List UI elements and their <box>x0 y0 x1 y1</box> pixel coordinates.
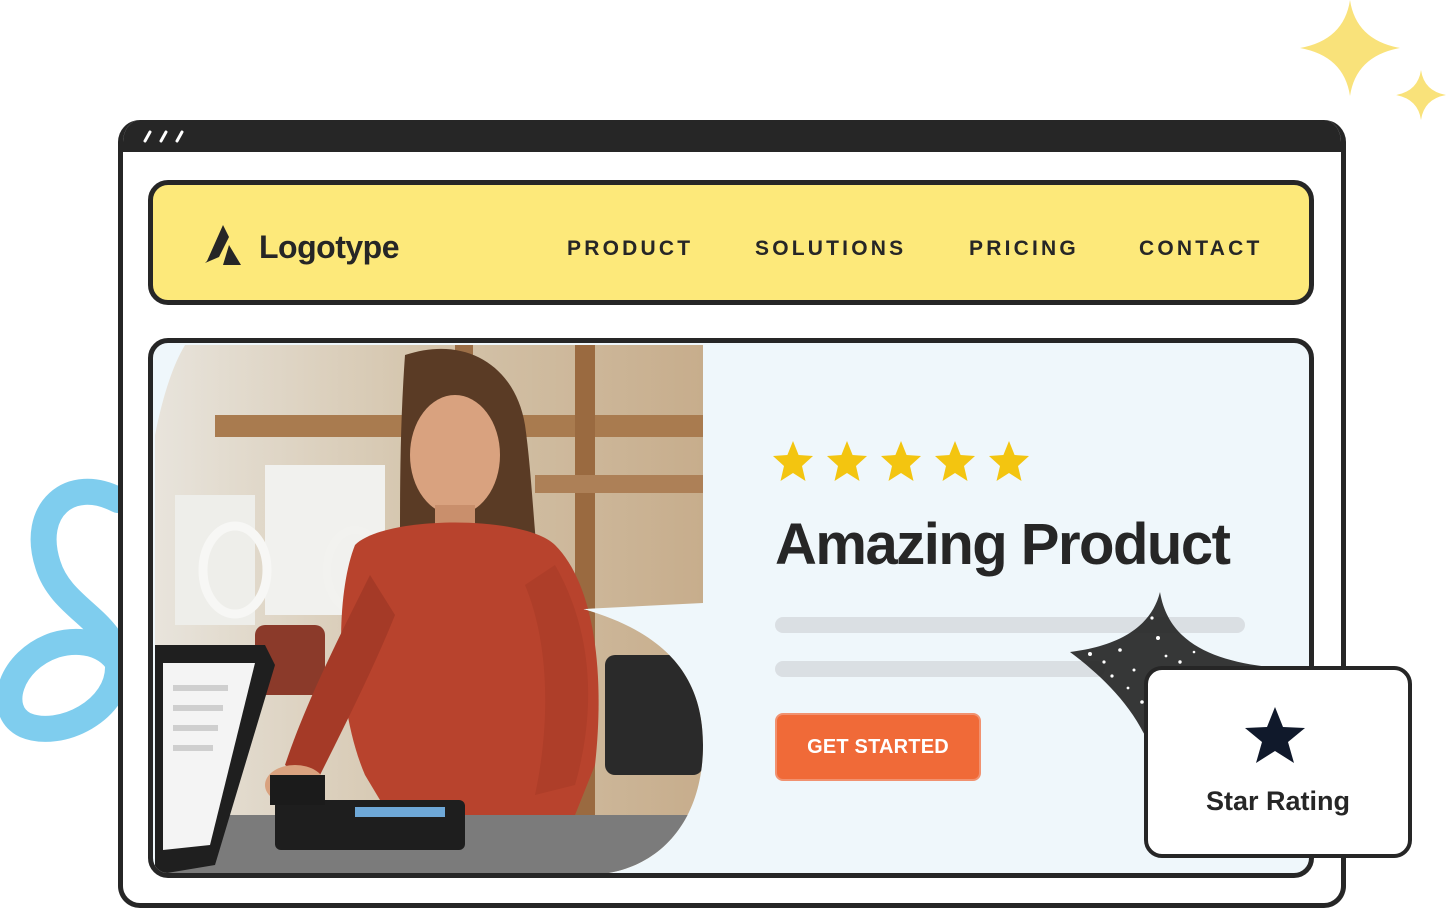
window-dots-icon <box>143 130 184 143</box>
nav-item-solutions[interactable]: SOLUTIONS <box>755 237 906 261</box>
get-started-button[interactable]: GET STARTED <box>775 713 981 781</box>
badge-label: Star Rating <box>1205 786 1351 816</box>
swirl-decoration <box>0 478 130 742</box>
star-icon <box>1245 707 1305 763</box>
nav-item-product[interactable]: PRODUCT <box>567 237 693 261</box>
placeholder-text-line <box>775 661 1105 677</box>
site-nav: Logotype PRODUCT SOLUTIONS PRICING CONTA… <box>148 180 1314 305</box>
sparkle-large-icon <box>1300 0 1400 96</box>
sparkle-small-icon <box>1396 70 1446 120</box>
nav-item-pricing[interactable]: PRICING <box>969 237 1079 261</box>
star-rating-badge: Star Rating <box>1144 666 1412 858</box>
nav-item-contact[interactable]: CONTACT <box>1139 237 1263 261</box>
rating-stars <box>773 441 1029 481</box>
hero-photo <box>155 345 703 873</box>
browser-title-bar <box>123 120 1341 152</box>
nav-links: PRODUCT SOLUTIONS PRICING CONTACT <box>153 185 1309 300</box>
hero-title: Amazing Product <box>775 512 1231 577</box>
